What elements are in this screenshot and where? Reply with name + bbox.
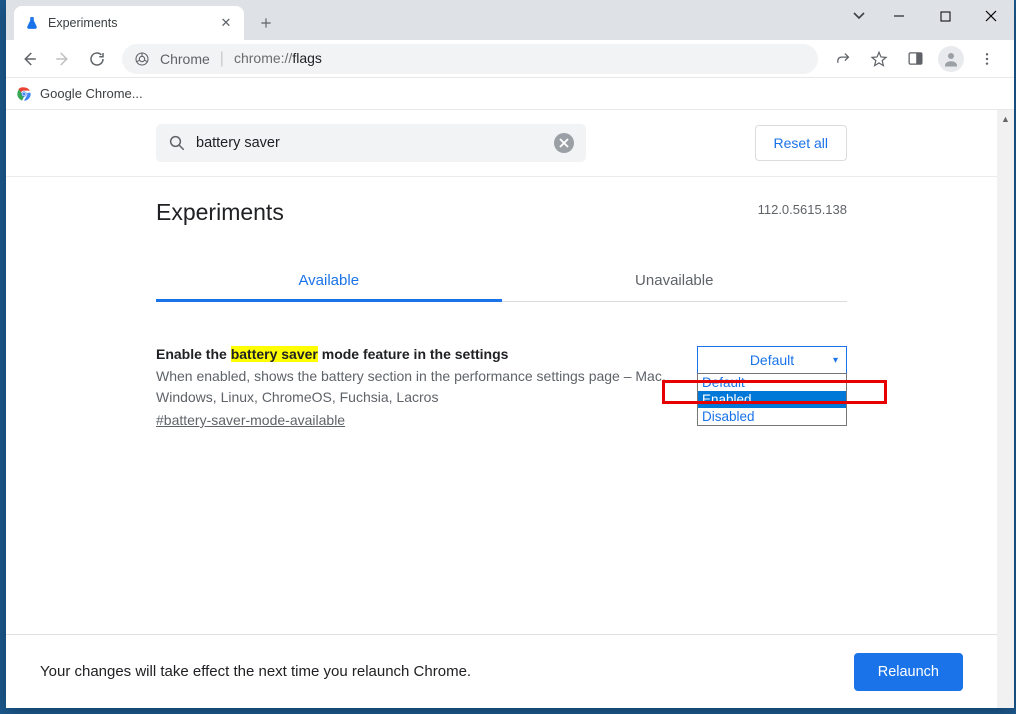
back-button[interactable] [12, 42, 46, 76]
chrome-logo-icon [16, 86, 32, 102]
scrollbar[interactable]: ▲ [997, 110, 1014, 708]
tab-unavailable[interactable]: Unavailable [502, 260, 848, 301]
window-titlebar: Experiments ✕ [6, 0, 1014, 40]
tab-search-button[interactable] [842, 0, 876, 32]
bookmark-star-button[interactable] [862, 42, 896, 76]
search-flags-input[interactable]: battery saver [156, 124, 586, 162]
omnibox-chrome-label: Chrome [160, 51, 210, 67]
bookmark-item[interactable]: Google Chrome... [40, 86, 143, 101]
flag-item: Enable the battery saver mode feature in… [156, 346, 847, 430]
maximize-button[interactable] [922, 0, 968, 32]
minimize-button[interactable] [876, 0, 922, 32]
tab-title: Experiments [48, 16, 218, 30]
relaunch-button[interactable]: Relaunch [854, 653, 963, 691]
browser-toolbar: Chrome | chrome://flags [6, 40, 1014, 78]
search-value: battery saver [196, 135, 280, 151]
search-icon [168, 134, 186, 152]
relaunch-message: Your changes will take effect the next t… [40, 663, 471, 680]
forward-button [46, 42, 80, 76]
avatar-icon [938, 46, 964, 72]
flag-title: Enable the battery saver mode feature in… [156, 346, 683, 362]
relaunch-bar: Your changes will take effect the next t… [6, 634, 997, 708]
option-disabled[interactable]: Disabled [698, 408, 846, 425]
share-button[interactable] [826, 42, 860, 76]
chrome-version: 112.0.5615.138 [758, 202, 847, 217]
clear-search-button[interactable] [554, 133, 574, 153]
reset-all-button[interactable]: Reset all [755, 125, 847, 161]
browser-tab[interactable]: Experiments ✕ [14, 6, 244, 40]
flags-tabs: Available Unavailable [156, 260, 847, 302]
bookmarks-bar: Google Chrome... [6, 78, 1014, 110]
option-default[interactable]: Default [698, 374, 846, 391]
flag-select-dropdown: Default Enabled Disabled [697, 373, 847, 426]
chrome-icon [134, 51, 150, 67]
tab-available[interactable]: Available [156, 260, 502, 301]
close-icon[interactable]: ✕ [218, 15, 234, 31]
new-tab-button[interactable] [252, 9, 280, 37]
chevron-down-icon: ▾ [833, 355, 838, 366]
omnibox-url: chrome://flags [234, 50, 322, 68]
address-bar[interactable]: Chrome | chrome://flags [122, 44, 818, 74]
flag-permalink[interactable]: #battery-saver-mode-available [156, 412, 345, 428]
menu-button[interactable] [970, 42, 1004, 76]
flask-icon [24, 15, 40, 31]
side-panel-button[interactable] [898, 42, 932, 76]
flag-select[interactable]: Default ▾ [697, 346, 847, 374]
page-title: Experiments [156, 199, 847, 226]
reload-button[interactable] [80, 42, 114, 76]
profile-button[interactable] [934, 42, 968, 76]
option-enabled[interactable]: Enabled [698, 391, 846, 408]
scroll-up-icon[interactable]: ▲ [997, 110, 1014, 127]
flag-description: When enabled, shows the battery section … [156, 366, 683, 408]
close-window-button[interactable] [968, 0, 1014, 32]
omnibox-separator: | [220, 50, 224, 68]
